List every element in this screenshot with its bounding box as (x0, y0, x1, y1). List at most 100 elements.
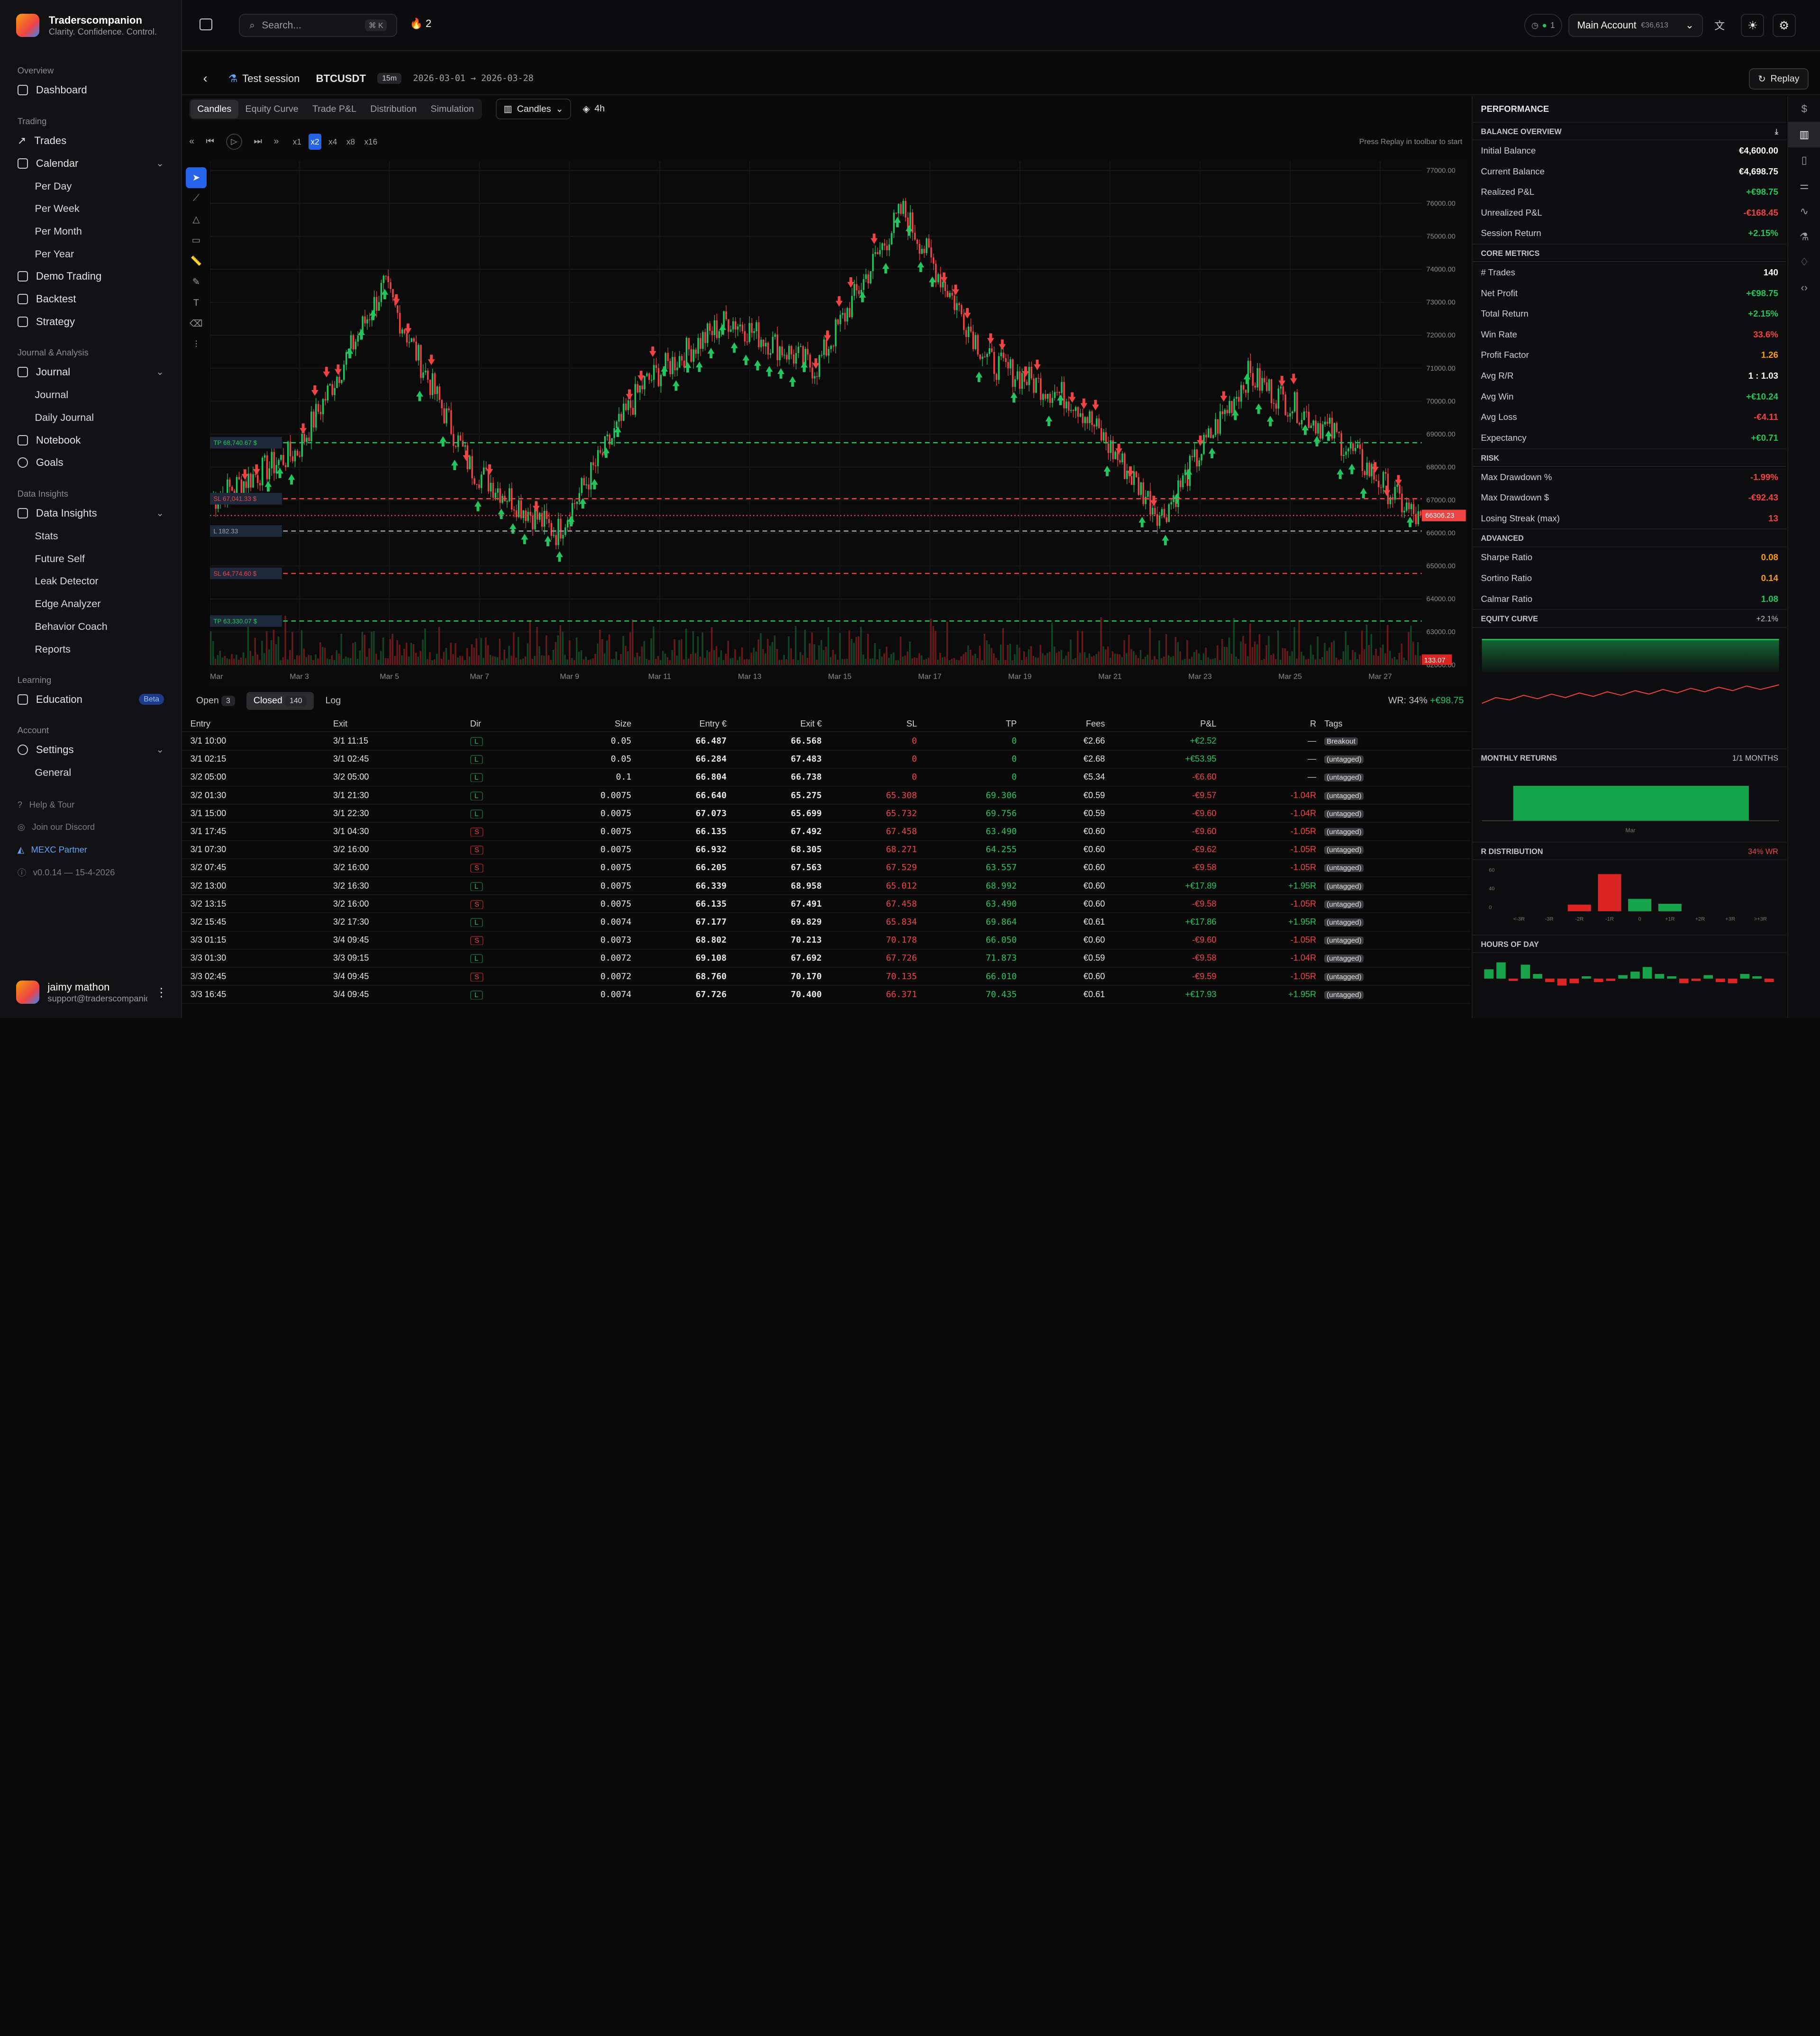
pen-icon[interactable]: ✎ (186, 272, 207, 292)
nav-reports[interactable]: Reports (0, 638, 181, 661)
nav-behavior-coach[interactable]: Behavior Coach (0, 615, 181, 638)
translate-icon[interactable]: 文 (1714, 18, 1725, 33)
download-icon[interactable]: ⤓ (1775, 123, 1778, 139)
table-row[interactable]: 3/1 15:00 3/1 22:30 L 0.0075 67.073 65.699 65.… (182, 805, 1471, 823)
fast-forward-icon[interactable]: » (274, 136, 279, 147)
nav-education[interactable]: Education Beta (0, 688, 181, 711)
nav-journal-sub[interactable]: Journal (0, 383, 181, 406)
speed-x16[interactable]: x16 (362, 134, 380, 150)
nav-edge-analyzer[interactable]: Edge Analyzer (0, 592, 181, 615)
user-profile[interactable]: jaimy mathon support@traderscompanion.co… (16, 981, 167, 1004)
settings-icon[interactable]: ⚙ (1772, 14, 1796, 37)
rewind-start-icon[interactable]: « (189, 136, 194, 147)
price-chart[interactable]: 77000.00 76000.00 75000.00 74000.00 73000.00… (209, 161, 1466, 686)
brand[interactable]: Traderscompanion Clarity. Confidence. Co… (0, 0, 181, 51)
nav-dashboard[interactable]: Dashboard (0, 79, 181, 101)
tab-trade-pnl[interactable]: Trade P&L (305, 100, 363, 118)
table-row[interactable]: 3/3 01:15 3/4 09:45 S 0.0073 68.802 70.213 70.… (182, 932, 1471, 950)
eraser-icon[interactable]: ⌫ (186, 313, 207, 334)
candlestick-svg[interactable]: 77000.0076000.0075000.0074000.0073000.00… (209, 161, 1466, 686)
activity-icon[interactable]: ∿ (1788, 199, 1820, 224)
table-row[interactable]: 3/2 13:00 3/2 16:30 L 0.0075 66.339 68.958 65.… (182, 877, 1471, 896)
nav-data-insights[interactable]: Data Insights ⌄ (0, 502, 181, 525)
tab-open[interactable]: Open 3 (189, 692, 242, 710)
nav-journal[interactable]: Journal ⌄ (0, 361, 181, 384)
tag-badge[interactable]: (untagged) (1324, 991, 1364, 999)
search-input[interactable]: ⌕ Search... ⌘ K (239, 14, 397, 37)
table-row[interactable]: 3/1 10:00 3/1 11:15 L 0.05 66.487 66.568 0 0 €2.… (182, 732, 1471, 751)
flask-icon[interactable]: ⚗ (1788, 224, 1820, 250)
table-row[interactable]: 3/3 01:30 3/3 09:15 L 0.0072 69.108 67.692 67.… (182, 950, 1471, 968)
tag-badge[interactable]: (untagged) (1324, 882, 1364, 891)
replay-button[interactable]: ↻ Replay (1749, 68, 1809, 90)
chevron-down-icon[interactable]: ⌄ (156, 744, 164, 755)
more-icon[interactable]: ⋮ (155, 985, 167, 1000)
tab-equity-curve[interactable]: Equity Curve (238, 100, 305, 118)
play-icon[interactable]: ▷ (226, 133, 242, 150)
nav-general[interactable]: General (0, 761, 181, 784)
nav-trades[interactable]: ↗ Trades (0, 129, 181, 152)
tag-badge[interactable]: (untagged) (1324, 973, 1364, 981)
tag-badge[interactable]: (untagged) (1324, 918, 1364, 927)
nav-settings[interactable]: Settings ⌄ (0, 739, 181, 762)
sidebar-toggle-icon[interactable] (200, 18, 213, 30)
chart-type-select[interactable]: ▥ Candles ⌄ (495, 99, 572, 120)
indicator-icon[interactable]: ⫶ (186, 334, 207, 355)
step-back-icon[interactable]: ⏮ (206, 136, 215, 147)
speed-x2[interactable]: x2 (308, 133, 322, 150)
tag-badge[interactable]: (untagged) (1324, 791, 1364, 800)
nav-notebook[interactable]: Notebook (0, 429, 181, 452)
speed-x1[interactable]: x1 (291, 134, 304, 150)
speed-x4[interactable]: x4 (326, 134, 339, 150)
code-icon[interactable]: ‹› (1788, 275, 1820, 300)
text-icon[interactable]: T (186, 292, 207, 313)
nav-per-month[interactable]: Per Month (0, 220, 181, 243)
ruler-icon[interactable]: 📏 (186, 251, 207, 272)
partner-link[interactable]: ◭ MEXC Partner (0, 838, 181, 861)
lightbulb-icon[interactable]: ♢ (1788, 250, 1820, 275)
nav-future-self[interactable]: Future Self (0, 547, 181, 570)
triangle-icon[interactable]: △ (186, 209, 207, 230)
file-icon[interactable]: ▯ (1788, 147, 1820, 173)
chevron-down-icon[interactable]: ⌄ (156, 508, 164, 519)
nav-per-week[interactable]: Per Week (0, 197, 181, 220)
tag-badge[interactable]: (untagged) (1324, 827, 1364, 836)
nav-per-day[interactable]: Per Day (0, 175, 181, 198)
table-row[interactable]: 3/2 13:15 3/2 16:00 S 0.0075 66.135 67.491 67.… (182, 895, 1471, 914)
tab-candles[interactable]: Candles (190, 100, 238, 118)
chevron-down-icon[interactable]: ⌄ (156, 158, 164, 169)
table-row[interactable]: 3/3 02:45 3/4 09:45 S 0.0072 68.760 70.170 70.… (182, 968, 1471, 986)
tag-badge[interactable]: (untagged) (1324, 900, 1364, 909)
table-row[interactable]: 3/1 17:45 3/1 04:30 S 0.0075 66.135 67.492 67.… (182, 823, 1471, 841)
tag-badge[interactable]: (untagged) (1324, 755, 1364, 764)
chevron-down-icon[interactable]: ⌄ (156, 366, 164, 378)
tab-log[interactable]: Log (318, 692, 348, 710)
table-row[interactable]: 3/3 16:45 3/4 09:45 L 0.0074 67.726 70.400 66.… (182, 986, 1471, 1004)
nav-goals[interactable]: Goals (0, 452, 181, 474)
table-row[interactable]: 3/1 02:15 3/1 02:45 L 0.05 66.284 67.483 0 0 €2.… (182, 751, 1471, 769)
status-indicator[interactable]: ◷ ● 1 (1524, 14, 1563, 37)
nav-demo-trading[interactable]: Demo Trading (0, 265, 181, 288)
discord-link[interactable]: ◎ Join our Discord (0, 816, 181, 838)
step-forward-icon[interactable]: ⏭ (254, 136, 262, 147)
table-row[interactable]: 3/2 15:45 3/2 17:30 L 0.0074 67.177 69.829 65.… (182, 913, 1471, 932)
nav-calendar[interactable]: Calendar ⌄ (0, 152, 181, 175)
nav-daily-journal[interactable]: Daily Journal (0, 406, 181, 429)
nav-stats[interactable]: Stats (0, 525, 181, 547)
sliders-icon[interactable]: ⚌ (1788, 173, 1820, 199)
tag-badge[interactable]: (untagged) (1324, 936, 1364, 945)
rectangle-icon[interactable]: ▭ (186, 230, 207, 251)
cursor-icon[interactable]: ➤ (185, 167, 207, 188)
tab-simulation[interactable]: Simulation (424, 100, 481, 118)
back-icon[interactable]: ‹ (203, 71, 208, 86)
tag-badge[interactable]: (untagged) (1324, 864, 1364, 873)
table-row[interactable]: 3/2 01:30 3/1 21:30 L 0.0075 66.640 65.275 65.… (182, 787, 1471, 805)
theme-toggle-icon[interactable]: ☀ (1741, 14, 1765, 37)
speed-x8[interactable]: x8 (344, 134, 357, 150)
table-row[interactable]: 3/2 07:45 3/2 16:00 S 0.0075 66.205 67.563 67.… (182, 859, 1471, 877)
tab-distribution[interactable]: Distribution (364, 100, 424, 118)
interval-select[interactable]: ◈ 4h (582, 103, 605, 115)
tag-badge[interactable]: Breakout (1324, 737, 1358, 745)
nav-strategy[interactable]: Strategy (0, 310, 181, 333)
help-link[interactable]: ? Help & Tour (0, 793, 181, 816)
